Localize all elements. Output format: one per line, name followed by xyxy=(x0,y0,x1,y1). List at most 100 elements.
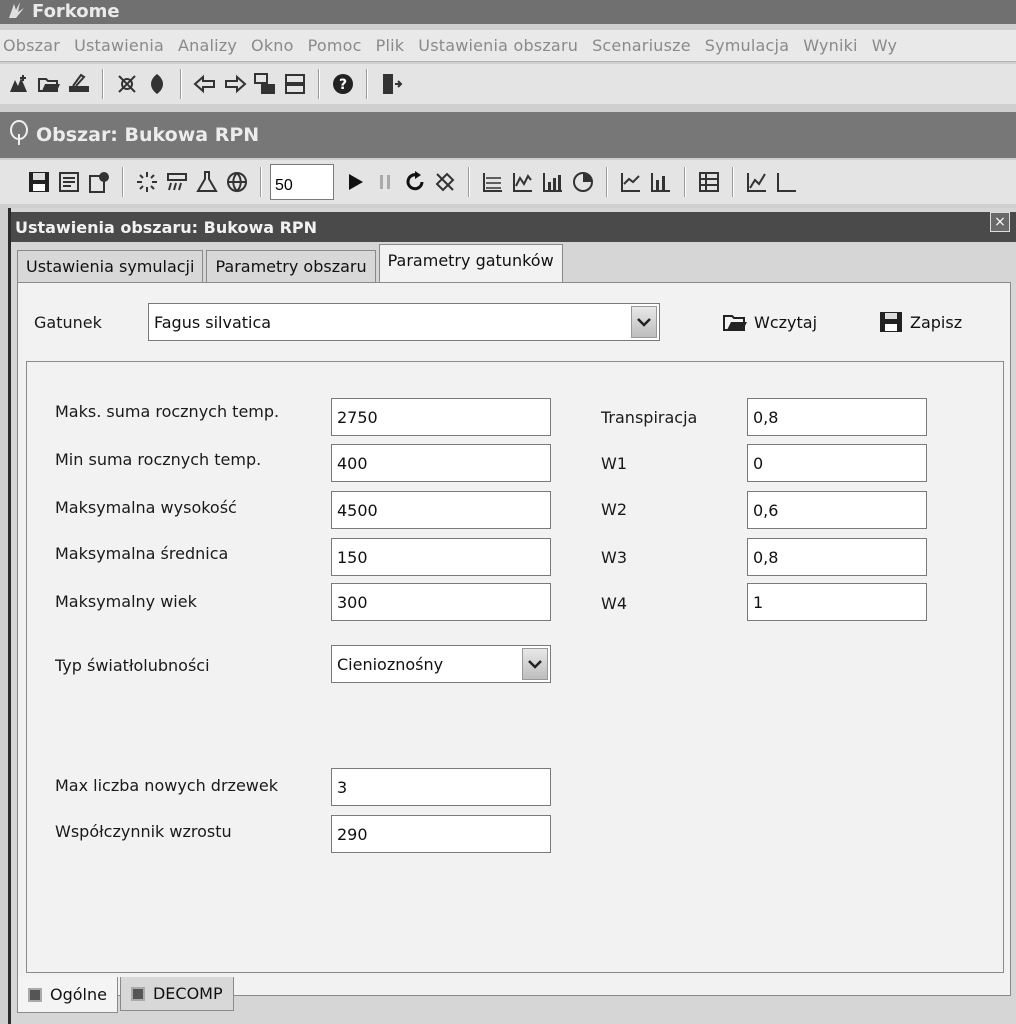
pause-button[interactable] xyxy=(370,167,400,197)
menu-truncated[interactable]: Wy xyxy=(868,36,907,55)
pie-chart-button[interactable] xyxy=(568,167,598,197)
tab-area-parameters[interactable]: Parametry obszaru xyxy=(206,250,376,282)
open-button[interactable] xyxy=(34,69,64,99)
area-chart-icon xyxy=(513,173,532,192)
menu-symulacja[interactable]: Symulacja xyxy=(701,36,799,55)
w1-input[interactable]: 0 xyxy=(747,444,927,482)
arrow-right-icon xyxy=(225,74,247,94)
menu-ustawienia-obszaru[interactable]: Ustawienia obszaru xyxy=(414,36,588,55)
w3-input[interactable]: 0,8 xyxy=(747,538,927,576)
dialog-title: Ustawienia obszaru: Bukowa RPN xyxy=(15,217,318,237)
arrow-left-icon xyxy=(193,74,215,94)
max-height-input[interactable]: 4500 xyxy=(331,491,551,529)
tab-general[interactable]: Ogólne xyxy=(17,977,118,1013)
save-species-button[interactable]: Zapisz xyxy=(878,311,962,333)
leaf-button[interactable] xyxy=(142,69,172,99)
max-age-input[interactable]: 300 xyxy=(331,583,551,621)
exit-door-icon xyxy=(383,74,403,94)
new-area-button[interactable] xyxy=(4,69,34,99)
settings-button[interactable] xyxy=(84,167,114,197)
settings-tabs: Ustawienia symulacji Parametry obszaru P… xyxy=(17,244,566,282)
toolbar-separator xyxy=(606,167,608,197)
tree-tool-button[interactable] xyxy=(112,69,142,99)
close-icon[interactable]: × xyxy=(990,212,1010,232)
sync-button[interactable] xyxy=(430,167,460,197)
menu-plik[interactable]: Plik xyxy=(372,36,415,55)
min-temp-sum-input[interactable]: 400 xyxy=(331,444,551,482)
menu-ustawienia[interactable]: Ustawienia xyxy=(70,36,174,55)
chart-area-button[interactable] xyxy=(508,167,538,197)
menu-analizy[interactable]: Analizy xyxy=(174,36,247,55)
properties-button[interactable] xyxy=(54,167,84,197)
w4-label: W4 xyxy=(601,594,627,613)
trend-2-button[interactable] xyxy=(772,167,802,197)
menu-obszar[interactable]: Obszar xyxy=(0,36,70,55)
play-button[interactable] xyxy=(340,167,370,197)
chart-lines-button[interactable] xyxy=(478,167,508,197)
menu-okno[interactable]: Okno xyxy=(247,36,304,55)
chevron-down-icon[interactable] xyxy=(522,648,548,680)
save-label: Zapisz xyxy=(910,312,963,332)
refresh-icon xyxy=(406,171,424,191)
bar-chart-icon xyxy=(651,173,670,192)
tree-icon xyxy=(8,119,30,151)
transpiration-input[interactable]: 0,8 xyxy=(747,398,927,436)
chart-lines-2-button[interactable] xyxy=(616,167,646,197)
back-button[interactable] xyxy=(190,69,220,99)
save-button[interactable] xyxy=(24,167,54,197)
menu-scenariusze[interactable]: Scenariusze xyxy=(588,36,701,55)
table-icon xyxy=(699,172,719,192)
load-button[interactable]: Wczytaj xyxy=(722,311,817,333)
svg-text:?: ? xyxy=(339,77,347,93)
edit-area-button[interactable] xyxy=(64,69,94,99)
line-chart-icon xyxy=(483,173,502,192)
line-chart-icon xyxy=(621,173,640,192)
trend-chart-icon xyxy=(747,173,766,192)
chevron-down-icon[interactable] xyxy=(631,306,657,338)
cascade-button[interactable] xyxy=(250,69,280,99)
species-select[interactable]: Fagus silvatica xyxy=(148,303,660,341)
bar-chart-button[interactable] xyxy=(538,167,568,197)
step-count-input[interactable] xyxy=(270,164,334,200)
globe-icon xyxy=(227,172,247,193)
area-settings-dialog: Ustawienia obszaru: Bukowa RPN × Ustawie… xyxy=(8,208,1016,1024)
sync-icon xyxy=(435,172,455,192)
max-diameter-input[interactable]: 150 xyxy=(331,538,551,576)
w2-input[interactable]: 0,6 xyxy=(747,491,927,529)
species-label: Gatunek xyxy=(34,313,102,332)
light-type-select[interactable]: Cienioznośny xyxy=(331,645,551,683)
toolbar-separator xyxy=(122,167,124,197)
help-button[interactable]: ? xyxy=(328,69,358,99)
properties-icon xyxy=(59,172,79,192)
globe-button[interactable] xyxy=(222,167,252,197)
flask-button[interactable] xyxy=(192,167,222,197)
toolbar-separator xyxy=(468,167,470,197)
growth-coef-input[interactable]: 290 xyxy=(331,815,551,853)
tile-button[interactable] xyxy=(280,69,310,99)
menu-pomoc[interactable]: Pomoc xyxy=(304,36,372,55)
bar-chart-2-button[interactable] xyxy=(646,167,676,197)
trend-button[interactable] xyxy=(742,167,772,197)
load-label: Wczytaj xyxy=(754,312,818,332)
exit-button[interactable] xyxy=(376,69,406,99)
w4-input[interactable]: 1 xyxy=(747,583,927,621)
reset-button[interactable] xyxy=(400,167,430,197)
forward-button[interactable] xyxy=(220,69,250,99)
tab-decomp[interactable]: DECOMP xyxy=(119,977,234,1011)
rain-button[interactable] xyxy=(162,167,192,197)
area-window-title-bar: Obszar: Bukowa RPN xyxy=(0,112,1016,158)
light-button[interactable] xyxy=(132,167,162,197)
parameters-group: Maks. suma rocznych temp. 2750 Min suma … xyxy=(26,361,1004,973)
max-temp-sum-input[interactable]: 2750 xyxy=(331,398,551,436)
flask-icon xyxy=(196,171,218,192)
tab-simulation-settings[interactable]: Ustawienia symulacji xyxy=(17,250,204,282)
tab-species-parameters[interactable]: Parametry gatunków xyxy=(378,244,563,282)
toolbar-separator xyxy=(366,69,368,99)
max-temp-sum-label: Maks. suma rocznych temp. xyxy=(55,402,280,421)
leaf-icon xyxy=(151,74,163,94)
max-new-trees-input[interactable]: 3 xyxy=(331,768,551,806)
table-button[interactable] xyxy=(694,167,724,197)
max-height-label: Maksymalna wysokość xyxy=(55,498,237,517)
menu-wyniki[interactable]: Wyniki xyxy=(799,36,868,55)
tab-square-icon xyxy=(130,986,145,1001)
